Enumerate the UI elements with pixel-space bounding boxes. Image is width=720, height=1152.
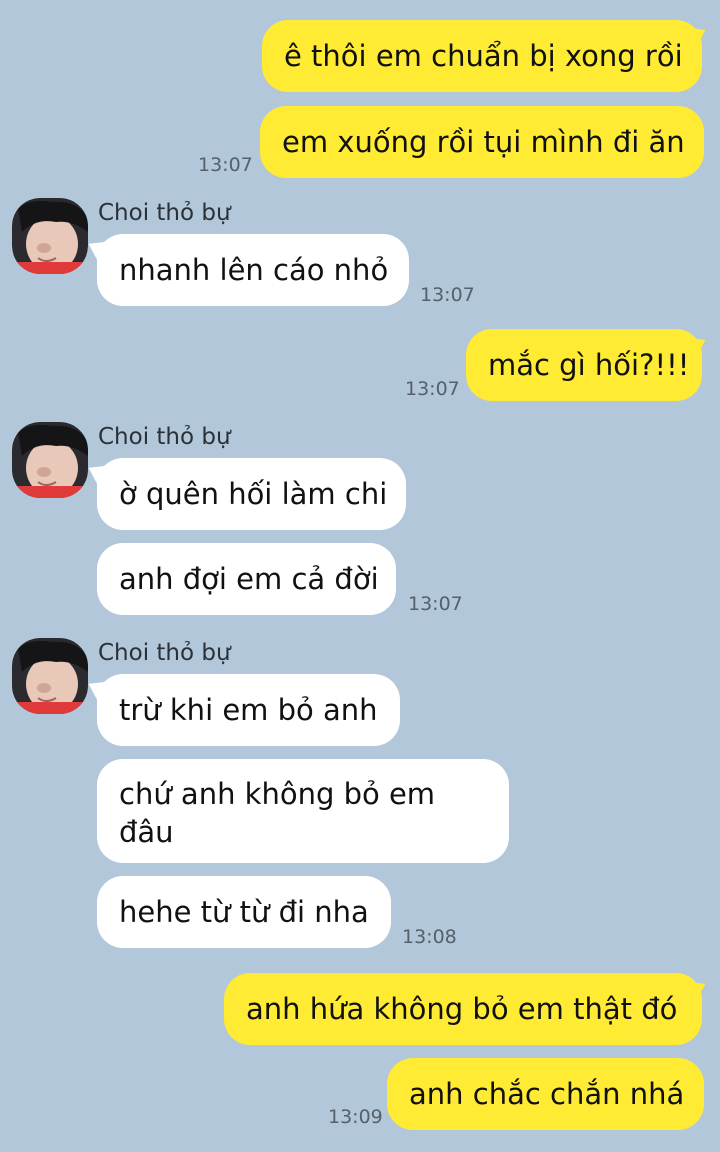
message-timestamp: 13:07	[198, 154, 253, 176]
outgoing-message-bubble[interactable]: em xuống rồi tụi mình đi ăn	[260, 106, 704, 178]
message-timestamp: 13:07	[420, 284, 475, 306]
avatar-photo-icon	[12, 198, 88, 274]
outgoing-message-bubble[interactable]: anh hứa không bỏ em thật đó	[224, 973, 702, 1045]
outgoing-message-bubble[interactable]: mắc gì hối?!!!	[466, 329, 702, 401]
message-timestamp: 13:09	[328, 1106, 383, 1128]
incoming-message-bubble[interactable]: chứ anh không bỏ em đâu	[97, 759, 509, 863]
incoming-message-bubble[interactable]: nhanh lên cáo nhỏ	[97, 234, 409, 306]
message-timestamp: 13:08	[402, 926, 457, 948]
contact-avatar[interactable]	[12, 422, 88, 498]
incoming-message-bubble[interactable]: hehe từ từ đi nha	[97, 876, 391, 948]
avatar-photo-icon	[12, 422, 88, 498]
contact-avatar[interactable]	[12, 638, 88, 714]
sender-name: Choi thỏ bự	[98, 424, 231, 450]
avatar-photo-icon	[12, 638, 88, 714]
outgoing-message-bubble[interactable]: ê thôi em chuẩn bị xong rồi	[262, 20, 702, 92]
outgoing-message-bubble[interactable]: anh chắc chắn nhá	[387, 1058, 704, 1130]
message-timestamp: 13:07	[408, 593, 463, 615]
sender-name: Choi thỏ bự	[98, 200, 231, 226]
incoming-message-bubble[interactable]: trừ khi em bỏ anh	[97, 674, 400, 746]
contact-avatar[interactable]	[12, 198, 88, 274]
message-timestamp: 13:07	[405, 378, 460, 400]
incoming-message-bubble[interactable]: anh đợi em cả đời	[97, 543, 396, 615]
sender-name: Choi thỏ bự	[98, 640, 231, 666]
incoming-message-bubble[interactable]: ờ quên hối làm chi	[97, 458, 406, 530]
